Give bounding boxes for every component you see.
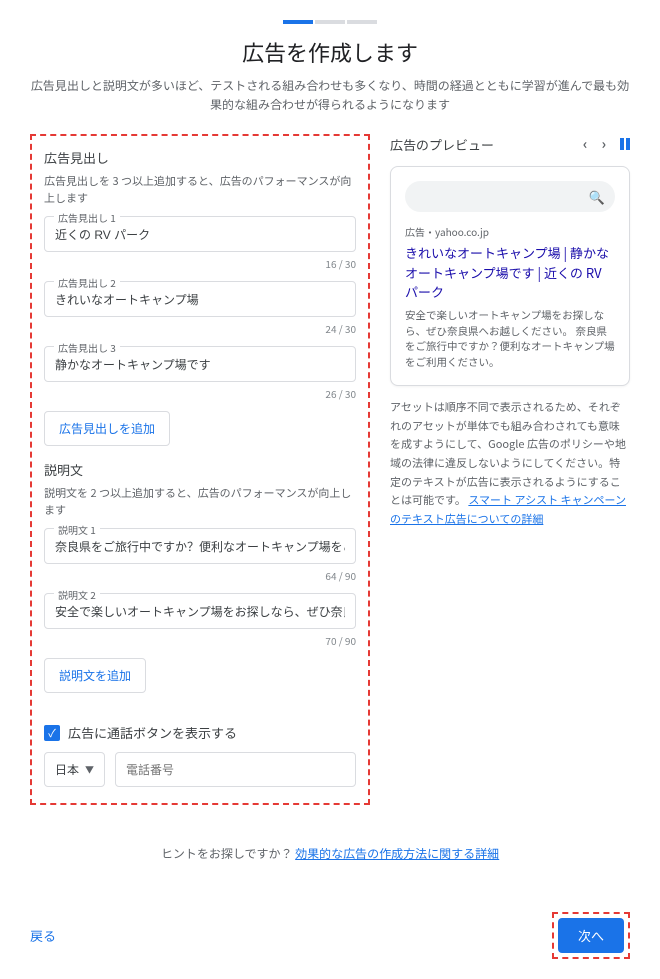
preview-pause-button[interactable] [620, 138, 630, 150]
progress-bar [30, 20, 630, 24]
back-button[interactable]: 戻る [30, 926, 56, 945]
country-select[interactable]: 日本 ▼ [44, 752, 105, 787]
preview-next-button[interactable]: › [601, 134, 606, 154]
country-value: 日本 [55, 761, 79, 778]
headline-section-help: 広告見出しを 3 つ以上追加すると、広告のパフォーマンスが向上します [44, 173, 356, 206]
description-2-count: 70 / 90 [44, 633, 356, 648]
page-subtitle: 広告見出しと説明文が多いほど、テストされる組み合わせも多くなり、時間の経過ととも… [30, 76, 630, 114]
preview-prev-button[interactable]: ‹ [583, 134, 588, 154]
preview-title: 広告のプレビュー [390, 135, 494, 154]
show-call-button-checkbox[interactable]: ✓ [44, 725, 60, 741]
phone-input[interactable] [115, 752, 356, 787]
preview-panel: 広告のプレビュー ‹ › 🔍 広告・yahoo.co.jp きれいなオートキャン… [390, 134, 630, 805]
preview-search-bar: 🔍 [405, 181, 615, 212]
form-panel: 広告見出し 広告見出しを 3 つ以上追加すると、広告のパフォーマンスが向上します… [30, 134, 370, 805]
preview-note: アセットは順序不同で表示されるため、それぞれのアセットが単体でも組み合わされても… [390, 398, 630, 529]
description-1-count: 64 / 90 [44, 568, 356, 583]
show-call-button-label: 広告に通話ボタンを表示する [68, 723, 237, 742]
headline-2-label: 広告見出し 2 [54, 275, 120, 290]
ad-headline-preview: きれいなオートキャンプ場 | 静かなオートキャンプ場です | 近くの RV パー… [405, 243, 615, 302]
search-icon: 🔍 [589, 187, 605, 206]
headline-3-label: 広告見出し 3 [54, 340, 120, 355]
add-headline-button[interactable]: 広告見出しを追加 [44, 411, 170, 446]
hint-prefix: ヒントをお探しですか？ [161, 845, 293, 862]
ad-label: 広告・yahoo.co.jp [405, 224, 615, 239]
hint-link[interactable]: 効果的な広告の作成方法に関する詳細 [295, 845, 499, 862]
ad-description-preview: 安全で楽しいオートキャンプ場をお探しなら、ぜひ奈良県へお越しください。 奈良県を… [405, 308, 615, 371]
description-section-help: 説明文を 2 つ以上追加すると、広告のパフォーマンスが向上します [44, 485, 356, 518]
ad-preview-card: 🔍 広告・yahoo.co.jp きれいなオートキャンプ場 | 静かなオートキャ… [390, 166, 630, 386]
chevron-down-icon: ▼ [85, 763, 94, 776]
headline-3-count: 26 / 30 [44, 386, 356, 401]
description-2-label: 説明文 2 [54, 587, 100, 602]
next-button[interactable]: 次へ [558, 918, 624, 953]
page-title: 広告を作成します [30, 36, 630, 68]
description-section-title: 説明文 [44, 460, 356, 479]
add-description-button[interactable]: 説明文を追加 [44, 658, 146, 693]
headline-1-label: 広告見出し 1 [54, 210, 120, 225]
headline-section-title: 広告見出し [44, 148, 356, 167]
headline-2-count: 24 / 30 [44, 321, 356, 336]
headline-1-count: 16 / 30 [44, 256, 356, 271]
description-1-label: 説明文 1 [54, 522, 100, 537]
